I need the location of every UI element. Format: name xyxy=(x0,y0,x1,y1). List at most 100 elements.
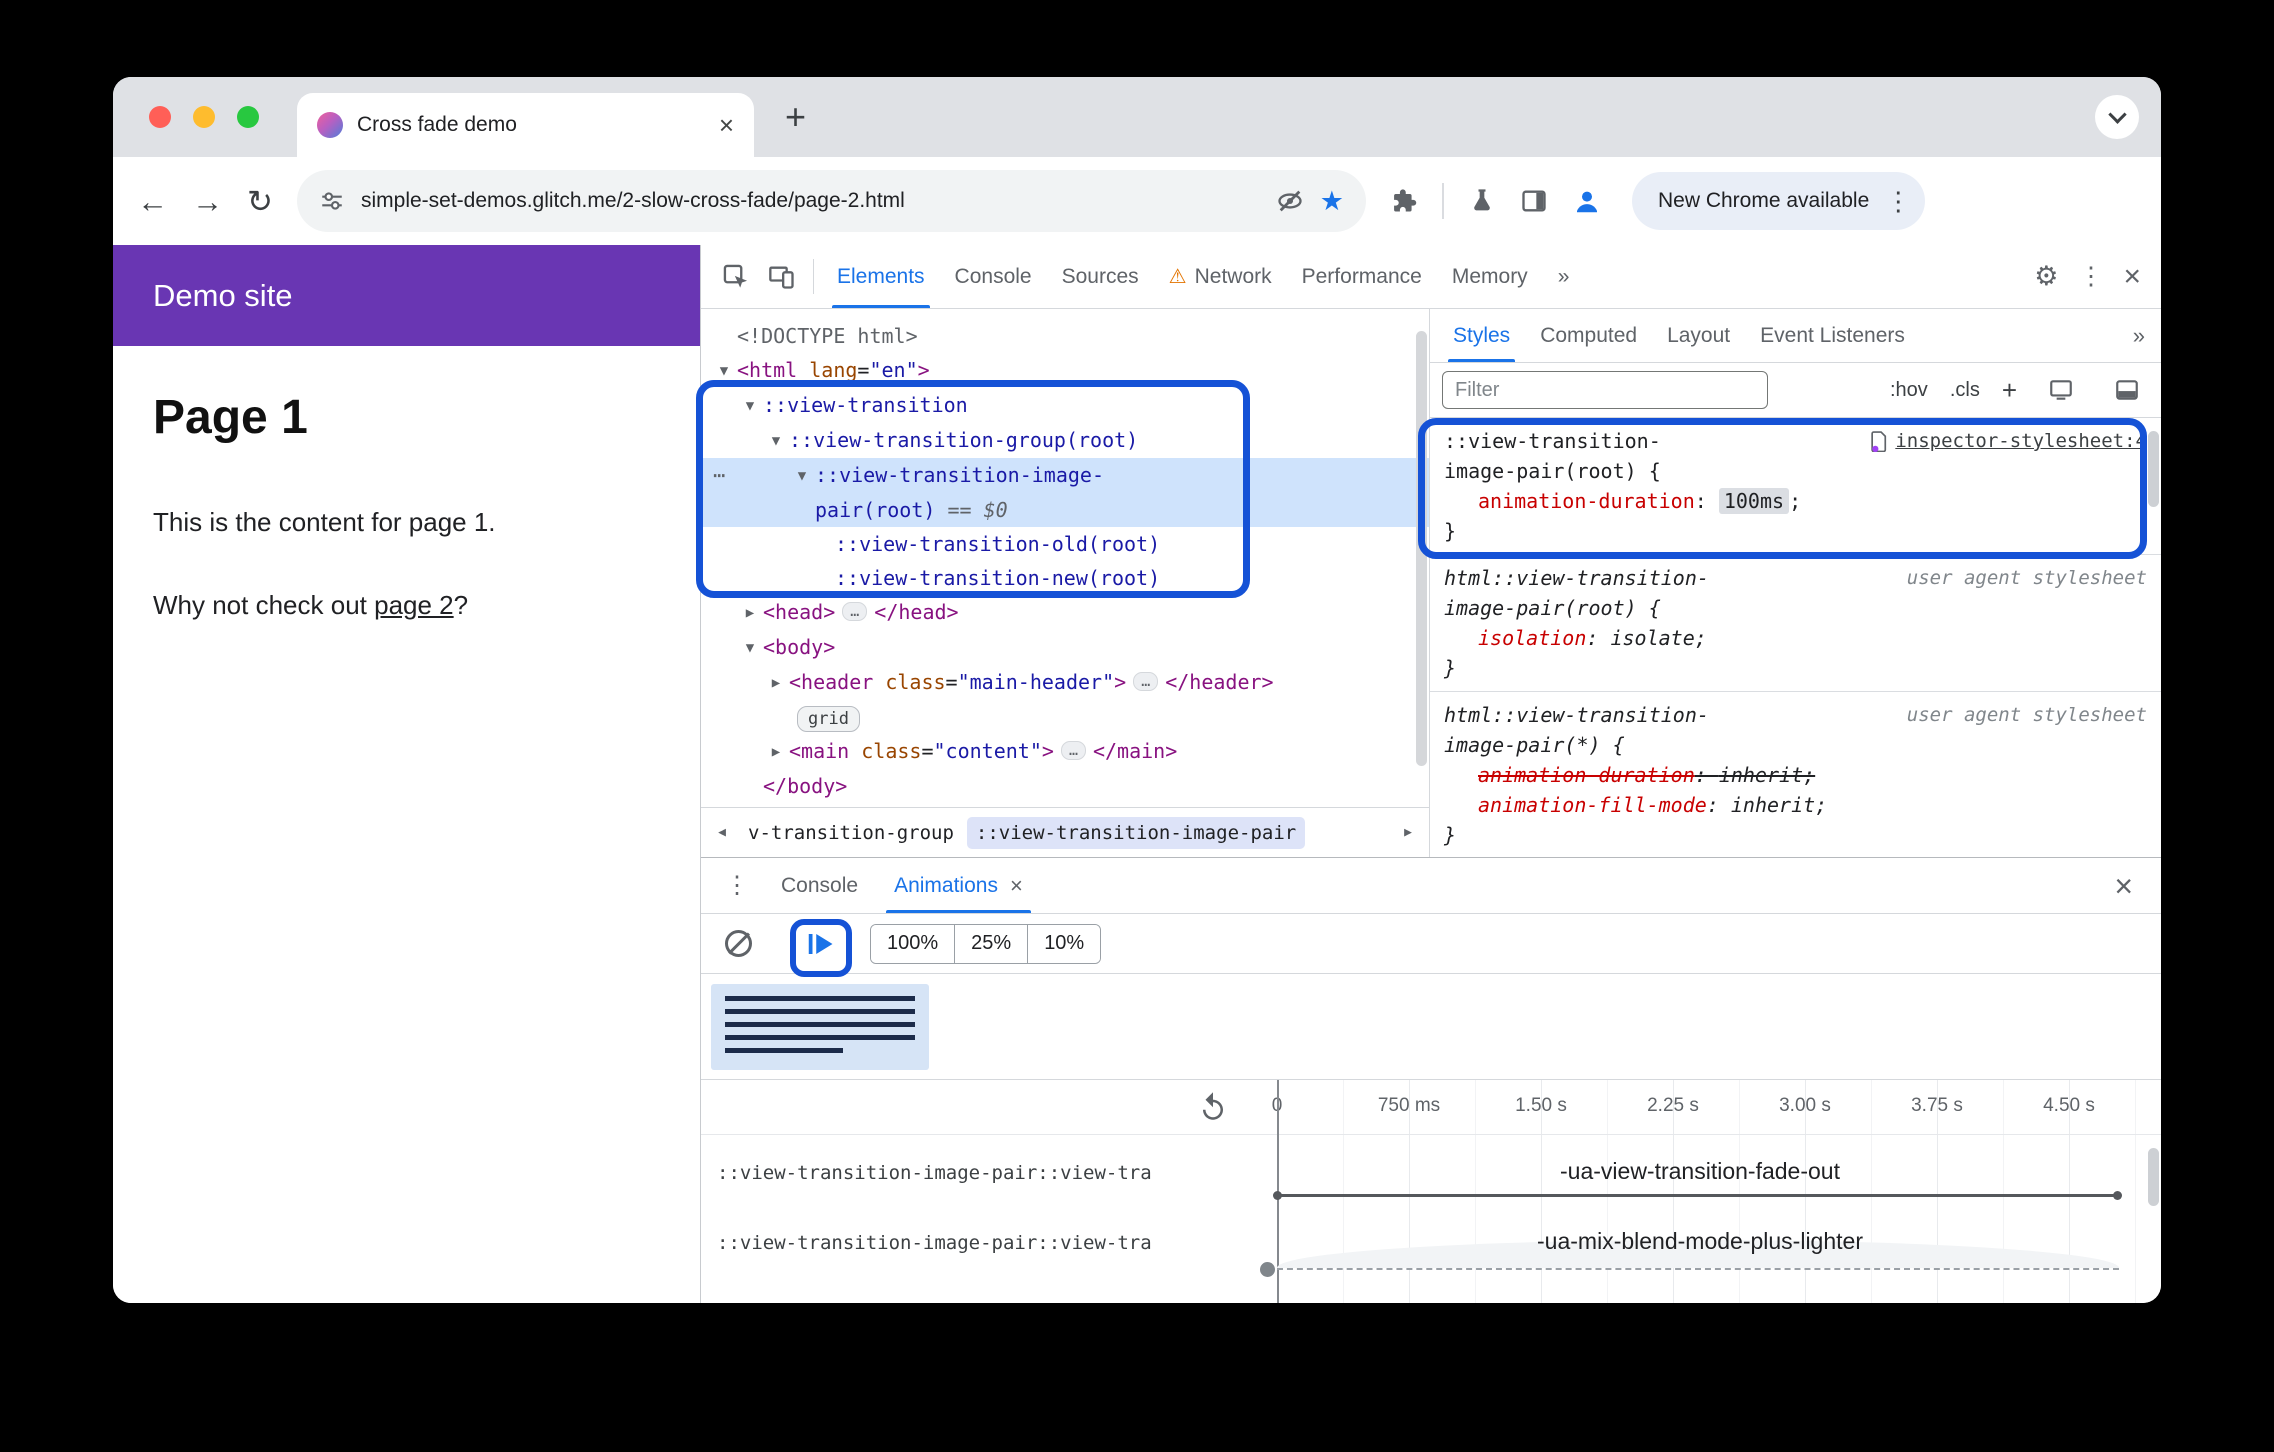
devtools-menu-icon[interactable]: ⋮ xyxy=(2078,264,2103,289)
rule2-declaration[interactable]: isolation: isolate; xyxy=(1444,623,2147,653)
keyframe-dot[interactable] xyxy=(2113,1191,2122,1200)
collapse-arrow-icon[interactable]: ▶ xyxy=(763,666,789,700)
breadcrumb-image-pair[interactable]: ::view-transition-image-pair xyxy=(966,816,1306,849)
animation-group-thumbnail[interactable] xyxy=(711,984,929,1070)
drawer-tab-console[interactable]: Console xyxy=(763,858,876,913)
eye-hidden-icon[interactable] xyxy=(1276,187,1304,215)
tab-styles[interactable]: Styles xyxy=(1438,309,1525,362)
rule1-declaration[interactable]: animation-duration: 100ms; xyxy=(1444,486,2147,516)
dom-html[interactable]: ▼ <html lang="en"> xyxy=(701,353,1429,388)
animation-start-dot[interactable] xyxy=(1260,1262,1275,1277)
toggle-element-state-button[interactable]: :hov xyxy=(1890,379,1928,402)
url-text[interactable]: simple-set-demos.glitch.me/2-slow-cross-… xyxy=(361,189,1260,213)
styles-scrollbar[interactable] xyxy=(2148,431,2159,507)
css-property-struck[interactable]: animation-duration xyxy=(1478,763,1695,787)
tab-search-button[interactable] xyxy=(2095,95,2139,139)
sidebar-toggle-icon[interactable] xyxy=(2114,377,2140,403)
maximize-window-button[interactable] xyxy=(237,106,259,128)
tab-memory[interactable]: Memory xyxy=(1437,245,1543,308)
dom-view-transition-old[interactable]: ::view-transition-old(root) xyxy=(701,527,1429,561)
css-property[interactable]: isolation xyxy=(1478,626,1586,650)
dom-head[interactable]: ▶ <head> … </head> xyxy=(701,595,1429,630)
keyframe-dot[interactable] xyxy=(1273,1191,1282,1200)
expand-arrow-icon[interactable]: ▼ xyxy=(737,631,763,665)
site-settings-icon[interactable] xyxy=(319,188,345,214)
rule3-declaration-overridden[interactable]: animation-duration: inherit; xyxy=(1444,760,2147,790)
profile-avatar[interactable] xyxy=(1572,186,1602,216)
rule2-selector-2[interactable]: image-pair(root) { xyxy=(1444,593,2147,623)
device-toolbar-icon[interactable] xyxy=(768,263,796,291)
expand-arrow-icon[interactable]: ▼ xyxy=(763,424,789,458)
crumb-next-icon[interactable]: ▶ xyxy=(1395,825,1421,840)
rendering-emulation-icon[interactable] xyxy=(2048,377,2074,403)
speed-25-button[interactable]: 25% xyxy=(954,924,1028,963)
back-button[interactable]: ← xyxy=(137,186,168,217)
styles-filter-input[interactable] xyxy=(1442,371,1768,409)
speed-100-button[interactable]: 100% xyxy=(871,924,955,963)
css-value-struck[interactable]: inherit; xyxy=(1719,763,1815,787)
rule2-selector[interactable]: html::view-transition- xyxy=(1444,563,1709,593)
rule1-selector-2[interactable]: image-pair(root) { xyxy=(1444,456,2147,486)
collapse-arrow-icon[interactable]: ▶ xyxy=(763,735,789,769)
drawer-menu-icon[interactable]: ⋮ xyxy=(711,871,763,900)
tab-close-icon[interactable]: × xyxy=(719,112,734,138)
speed-10-button[interactable]: 10% xyxy=(1027,924,1101,963)
dom-view-transition-new[interactable]: ::view-transition-new(root) xyxy=(701,561,1429,595)
side-panel-icon[interactable] xyxy=(1520,187,1548,215)
replay-timeline-icon[interactable] xyxy=(1198,1091,1228,1121)
reload-button[interactable]: ↻ xyxy=(247,186,273,217)
expand-arrow-icon[interactable]: ▼ xyxy=(737,389,763,423)
dom-doctype[interactable]: <!DOCTYPE html> xyxy=(701,319,1429,353)
tab-layout[interactable]: Layout xyxy=(1652,309,1745,362)
tab-computed[interactable]: Computed xyxy=(1525,309,1652,362)
rule3-selector-2[interactable]: image-pair(*) { xyxy=(1444,730,2147,760)
page-2-link[interactable]: page 2 xyxy=(374,590,454,620)
breadcrumb-group[interactable]: v-transition-group xyxy=(739,817,963,849)
collapse-arrow-icon[interactable]: ▶ xyxy=(737,596,763,630)
browser-menu-icon[interactable]: ⋮ xyxy=(1885,188,1911,214)
grid-badge[interactable]: grid xyxy=(797,706,860,732)
inspect-element-icon[interactable] xyxy=(722,263,750,291)
minimize-window-button[interactable] xyxy=(193,106,215,128)
tab-performance[interactable]: Performance xyxy=(1287,245,1437,308)
crumb-prev-icon[interactable]: ◀ xyxy=(709,825,735,840)
ellipsis-button[interactable]: … xyxy=(1133,672,1159,691)
drawer-tab-animations[interactable]: Animations × xyxy=(876,858,1041,913)
clear-all-icon[interactable] xyxy=(725,930,752,957)
tab-event-listeners[interactable]: Event Listeners xyxy=(1745,309,1920,362)
css-property[interactable]: animation-duration xyxy=(1478,489,1695,513)
devtools-close-icon[interactable]: × xyxy=(2123,261,2141,292)
tab-sources[interactable]: Sources xyxy=(1047,245,1154,308)
more-tabs-icon[interactable]: » xyxy=(1543,245,1585,308)
dom-body[interactable]: ▼ <body> xyxy=(701,630,1429,665)
ellipsis-button[interactable]: … xyxy=(842,602,868,621)
expand-arrow-icon[interactable]: ▼ xyxy=(711,354,737,388)
rule3-declaration[interactable]: animation-fill-mode: inherit; xyxy=(1444,790,2147,820)
dom-view-transition-image-pair-wrap[interactable]: pair(root) == $0 xyxy=(701,493,1429,527)
settings-gear-icon[interactable]: ⚙ xyxy=(2034,263,2058,290)
expand-arrow-icon[interactable]: ▼ xyxy=(789,459,815,493)
css-value[interactable]: inherit; xyxy=(1731,793,1827,817)
animation-bar-fade-out[interactable] xyxy=(1277,1194,2119,1197)
tab-elements[interactable]: Elements xyxy=(822,245,940,308)
dom-body-close[interactable]: </body> xyxy=(701,769,1429,803)
stylesheet-source-link[interactable]: inspector-stylesheet:4 xyxy=(1871,426,2147,456)
extensions-icon[interactable] xyxy=(1390,187,1418,215)
dom-header[interactable]: ▶ <header class="main-header"> … </header> xyxy=(701,665,1429,700)
address-bar[interactable]: simple-set-demos.glitch.me/2-slow-cross-… xyxy=(296,170,1366,232)
css-value[interactable]: isolate; xyxy=(1610,626,1706,650)
experiments-flask-icon[interactable] xyxy=(1468,187,1496,215)
element-classes-button[interactable]: .cls xyxy=(1950,379,1980,402)
bookmark-star-icon[interactable]: ★ xyxy=(1320,186,1344,217)
dom-view-transition-group[interactable]: ▼::view-transition-group(root) xyxy=(701,423,1429,458)
new-tab-button[interactable]: + xyxy=(785,77,806,157)
animation-bar-blend-mode[interactable] xyxy=(1277,1268,2119,1270)
rule3-selector[interactable]: html::view-transition- xyxy=(1444,700,1709,730)
elements-scrollbar[interactable] xyxy=(1416,331,1427,766)
forward-button[interactable]: → xyxy=(192,186,223,217)
tab-console[interactable]: Console xyxy=(940,245,1047,308)
dom-view-transition[interactable]: ▼::view-transition xyxy=(701,388,1429,423)
row-menu-icon[interactable]: ⋯ xyxy=(713,458,725,492)
css-property[interactable]: animation-fill-mode xyxy=(1478,793,1707,817)
dom-view-transition-image-pair[interactable]: ⋯ ▼::view-transition-image- xyxy=(701,458,1429,493)
